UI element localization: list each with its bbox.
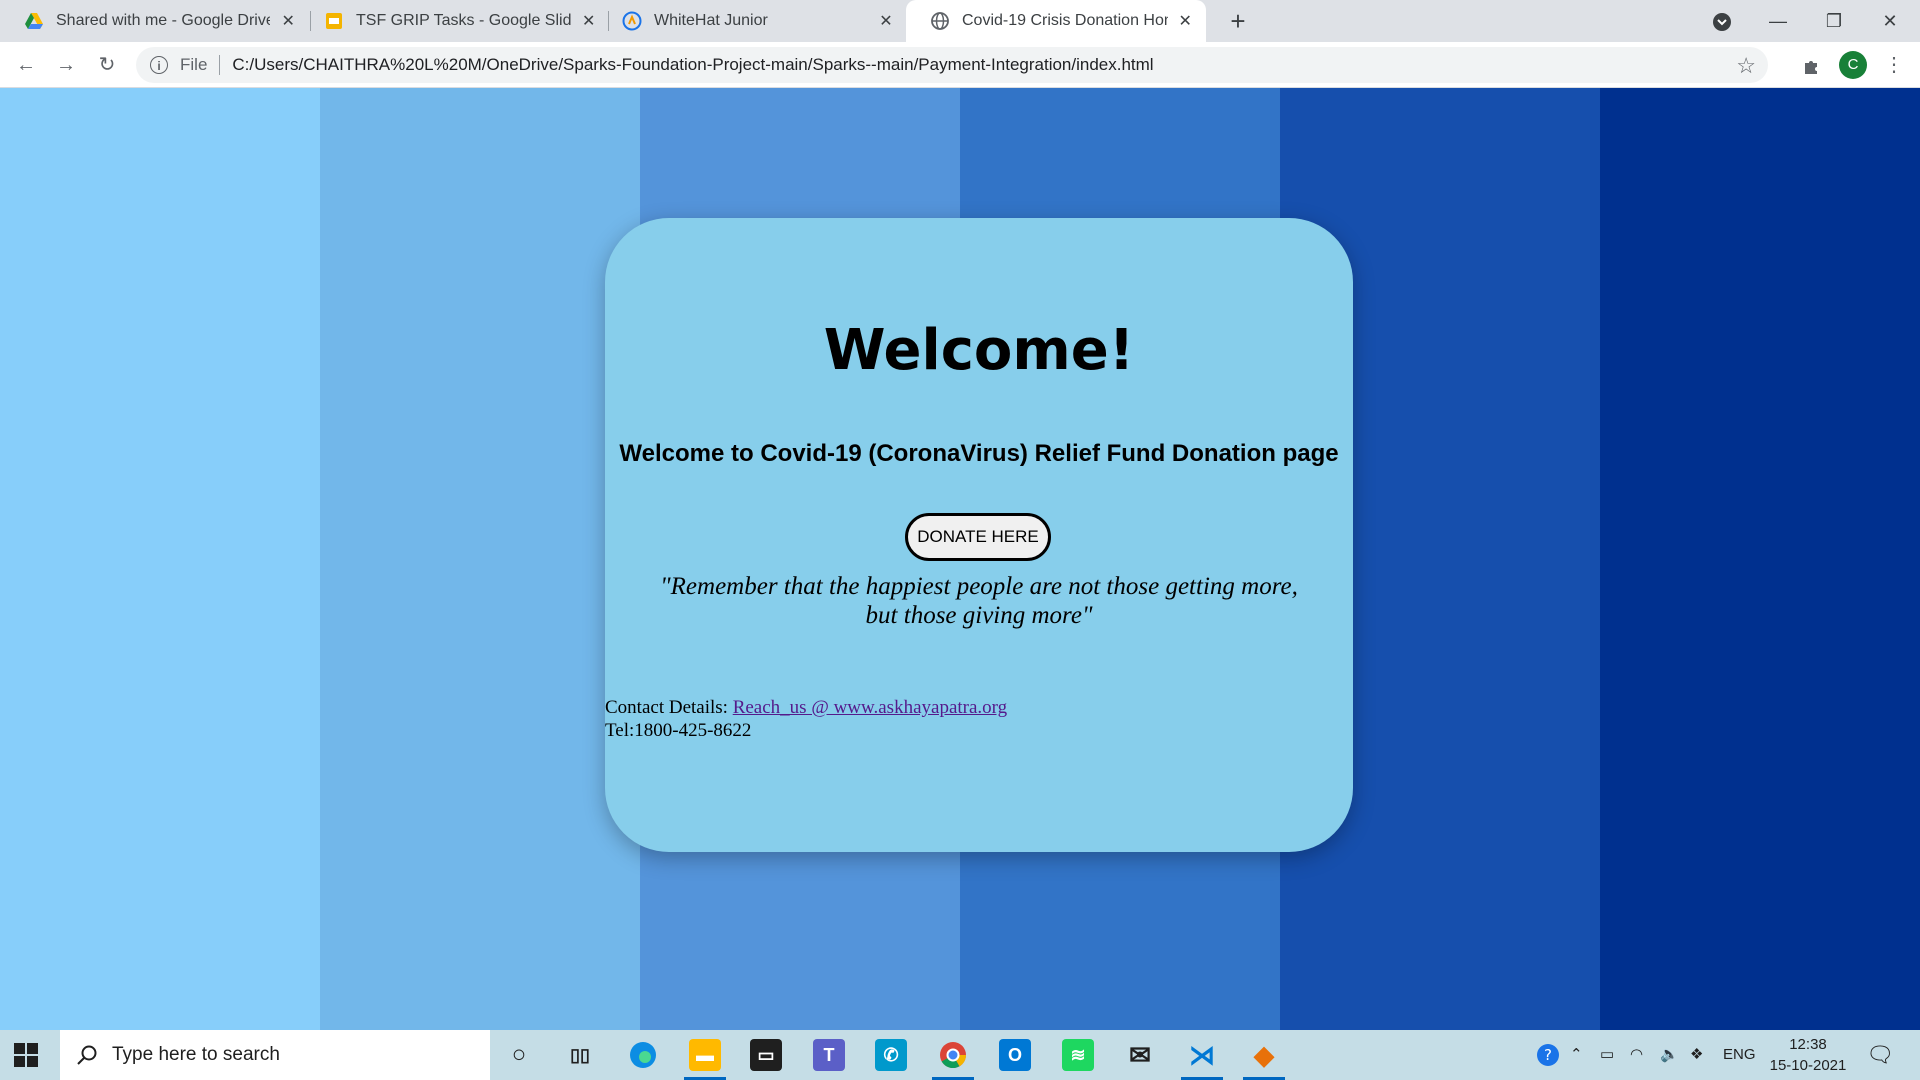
background-stripe (320, 88, 640, 1030)
teams-icon[interactable]: T (813, 1039, 845, 1071)
page-viewport: Welcome! Welcome to Covid-19 (CoronaViru… (0, 88, 1920, 1030)
wifi-icon[interactable]: ◠ (1630, 1030, 1643, 1080)
quote-line: but those giving more" (865, 602, 1093, 629)
windows-start-icon[interactable] (14, 1043, 38, 1067)
quote-line: "Remember that the happiest people are n… (660, 573, 1298, 600)
tab-title: Shared with me - Google Drive (56, 12, 271, 29)
reload-icon: ↻ (98, 54, 116, 76)
forward-button[interactable]: → (50, 49, 82, 81)
tab-google-slides[interactable]: TSF GRIP Tasks - Google Slides ✕ (300, 0, 610, 42)
close-icon[interactable]: ✕ (579, 11, 598, 31)
dropbox-icon[interactable]: ❖ (1690, 1030, 1703, 1080)
tab-covid-donation[interactable]: Covid-19 Crisis Donation Homep ✕ (906, 0, 1206, 42)
contact-details: Contact Details: Reach_us @ www.askhayap… (605, 696, 1007, 742)
minimize-icon: — (1769, 11, 1787, 31)
profile-avatar[interactable]: C (1839, 51, 1867, 79)
contact-label: Contact Details: (605, 697, 733, 718)
svg-text:?: ? (1544, 1046, 1552, 1064)
google-drive-icon (25, 13, 43, 29)
search-icon (77, 1045, 97, 1065)
whitehat-icon (622, 11, 642, 31)
file-explorer-icon[interactable]: ▬ (689, 1039, 721, 1071)
tab-title: TSF GRIP Tasks - Google Slides (356, 12, 572, 29)
back-button[interactable]: ← (10, 49, 42, 81)
chevron-up-icon[interactable]: ⌃ (1570, 1030, 1583, 1080)
page-title: Welcome! (823, 318, 1135, 383)
donate-button[interactable]: DONATE HERE (905, 513, 1051, 561)
clock-time: 12:38 (1789, 1036, 1827, 1053)
background-stripe (1600, 88, 1920, 1030)
notification-icon[interactable]: 🗨 (1866, 1030, 1894, 1080)
welcome-card: Welcome! Welcome to Covid-19 (CoronaViru… (605, 218, 1353, 852)
puzzle-icon (1805, 60, 1817, 74)
arrow-left-icon: ← (16, 54, 36, 76)
telephone-number: Tel:1800-425-8622 (605, 720, 752, 741)
contact-link[interactable]: Reach_us @ www.askhayapatra.org (733, 697, 1007, 718)
browser-toolbar: ← → ↻ i File C:/Users/CHAITHRA%20L%20M/O… (0, 42, 1920, 88)
tab-title: WhiteHat Junior (654, 12, 768, 29)
info-icon[interactable]: i (150, 56, 168, 74)
cortana-icon[interactable]: ○ (503, 1039, 535, 1071)
tab-title: Covid-19 Crisis Donation Homep (962, 12, 1168, 29)
omnibox-separator (219, 55, 221, 75)
volume-icon[interactable]: 🔈 (1660, 1030, 1679, 1080)
background-stripe (0, 88, 320, 1030)
taskbar-search-box[interactable]: Type here to search (60, 1030, 490, 1080)
reload-button[interactable]: ↻ (91, 49, 123, 81)
chrome-icon[interactable] (937, 1039, 969, 1071)
address-bar[interactable]: i File C:/Users/CHAITHRA%20L%20M/OneDriv… (136, 47, 1768, 83)
browser-tab-strip: Shared with me - Google Drive ✕ TSF GRIP… (0, 0, 1920, 42)
extensions-button[interactable] (1796, 49, 1828, 81)
minimize-button[interactable]: — (1750, 0, 1806, 42)
vscode-icon[interactable]: ⋊ (1186, 1039, 1218, 1071)
google-slides-icon (326, 13, 342, 29)
tab-search-button[interactable] (1694, 0, 1750, 42)
arrow-right-icon: → (56, 54, 76, 76)
tab-whitehat-junior[interactable]: WhiteHat Junior ✕ (598, 0, 908, 42)
star-icon[interactable]: ☆ (1736, 53, 1756, 79)
whatsapp-icon[interactable]: ✆ (875, 1039, 907, 1071)
chevron-down-icon (1713, 13, 1731, 32)
restore-icon: ❐ (1825, 11, 1843, 31)
menu-button[interactable]: ⋮ (1878, 49, 1910, 81)
close-icon[interactable]: ✕ (1176, 11, 1194, 31)
outlook-icon[interactable]: O (999, 1039, 1031, 1071)
globe-icon (931, 12, 949, 30)
scheme-label: File (180, 55, 208, 74)
quote-text: "Remember that the happiest people are n… (645, 572, 1313, 630)
tab-google-drive[interactable]: Shared with me - Google Drive ✕ (0, 0, 310, 42)
git-icon[interactable]: ◆ (1248, 1039, 1280, 1071)
language-indicator[interactable]: ENG (1723, 1030, 1756, 1080)
search-placeholder: Type here to search (112, 1044, 280, 1065)
system-clock[interactable]: 12:38 15-10-2021 (1768, 1034, 1848, 1076)
edge-icon[interactable] (627, 1039, 659, 1071)
close-icon[interactable]: ✕ (876, 11, 896, 31)
terminal-icon[interactable]: ▭ (750, 1039, 782, 1071)
restore-button[interactable]: ❐ (1806, 0, 1862, 42)
spotify-icon[interactable]: ≋ (1062, 1039, 1094, 1071)
clock-date: 15-10-2021 (1769, 1057, 1847, 1074)
url-text[interactable]: C:/Users/CHAITHRA%20L%20M/OneDrive/Spark… (232, 55, 1153, 75)
close-icon[interactable]: ✕ (278, 11, 298, 31)
new-tab-button[interactable]: + (1222, 5, 1254, 37)
close-icon: ✕ (1882, 11, 1898, 31)
help-icon[interactable]: ? (1534, 1030, 1562, 1080)
mail-icon[interactable]: ✉ (1124, 1039, 1156, 1071)
page-subtitle: Welcome to Covid-19 (CoronaVirus) Relief… (619, 440, 1339, 467)
battery-icon[interactable]: ▭ (1600, 1030, 1614, 1080)
close-window-button[interactable]: ✕ (1862, 0, 1918, 42)
windows-taskbar: Type here to search ○ ▯▯ ▬ ▭ T ✆ O ≋ ✉ ⋊… (0, 1030, 1920, 1080)
task-view-icon[interactable]: ▯▯ (564, 1039, 596, 1071)
more-vertical-icon: ⋮ (1884, 54, 1904, 76)
